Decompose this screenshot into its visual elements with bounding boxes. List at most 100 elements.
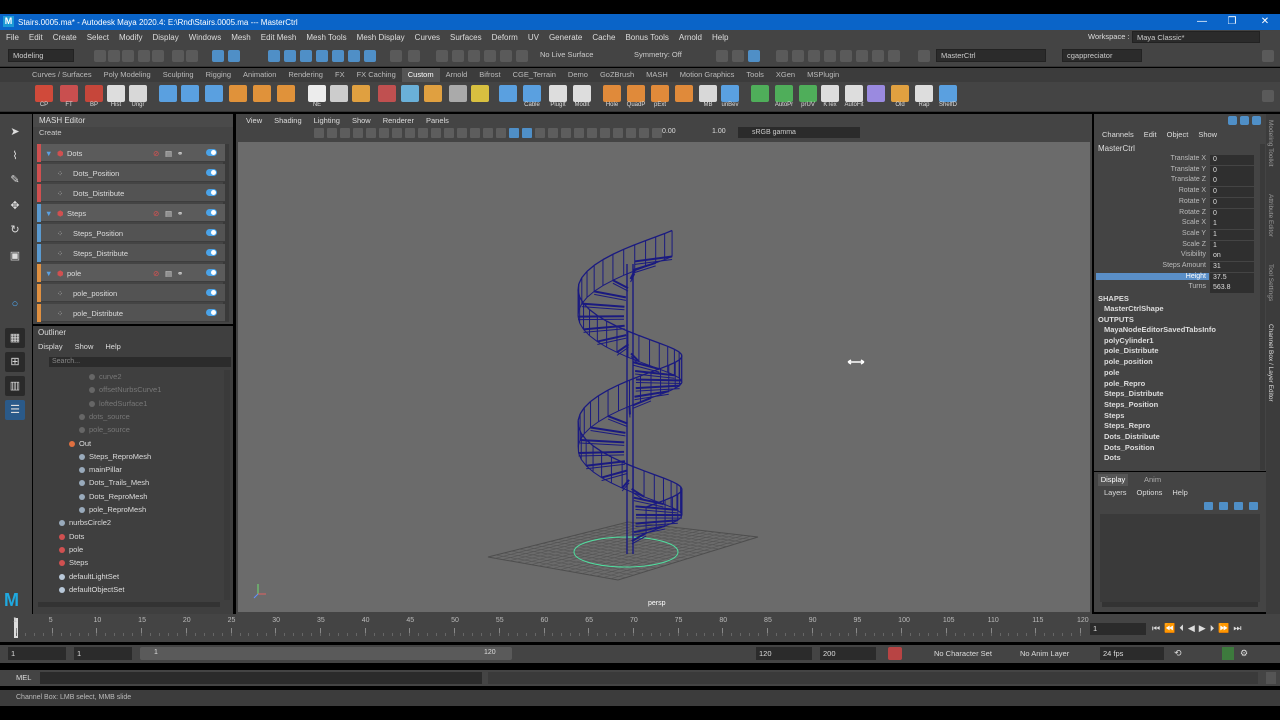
menu-windows[interactable]: Windows	[189, 33, 221, 42]
output-node[interactable]: pole	[1104, 368, 1119, 377]
shelf-button-icon[interactable]	[651, 85, 669, 102]
mash-network-row[interactable]: ▼ ⬢ pole ⊘ ▤ ⚭	[37, 264, 225, 282]
select-tool-icon[interactable]: ➤	[5, 122, 25, 142]
layer-hscrollbar[interactable]	[1102, 602, 1258, 607]
channel-attr-row[interactable]: Translate Z 0	[1094, 176, 1254, 187]
snap-curve-icon[interactable]	[284, 50, 296, 62]
shelf-tab-cge-terrain[interactable]: CGE_Terrain	[507, 68, 562, 82]
shelf-tab-bifrost[interactable]: Bifrost	[473, 68, 506, 82]
viewport-tool-icon[interactable]	[613, 128, 623, 138]
side-tab-attribute-editor[interactable]: Attribute Editor	[1267, 194, 1274, 237]
viewport-tool-icon[interactable]	[366, 128, 376, 138]
mash-network-row[interactable]: ▼ ⬢ Steps ⊘ ▤ ⚭	[37, 204, 225, 222]
shelf-tab-tools[interactable]: Tools	[740, 68, 770, 82]
shelf-button-icon[interactable]	[751, 85, 769, 102]
render-ipr-icon[interactable]	[872, 50, 884, 62]
viewport-tool-icon[interactable]	[405, 128, 415, 138]
channel-attr-row[interactable]: Turns 563.8	[1094, 283, 1254, 294]
shelf-button-icon[interactable]	[330, 85, 348, 102]
mel-input[interactable]	[40, 672, 482, 684]
viewport-tool-icon[interactable]	[574, 128, 584, 138]
mash-delete-icon[interactable]: ⊘	[153, 149, 159, 158]
output-node[interactable]: Steps_Distribute	[1104, 389, 1164, 398]
symmetry-dropdown[interactable]: Symmetry: Off	[630, 49, 696, 62]
channel-attr-value[interactable]: 0	[1210, 187, 1254, 198]
viewport-tool-icon[interactable]	[431, 128, 441, 138]
channel-box-tool-icon[interactable]	[1240, 116, 1249, 125]
pause-icon[interactable]	[888, 50, 900, 62]
snap-point-icon[interactable]	[300, 50, 312, 62]
outliner-item[interactable]: mainPillar	[79, 465, 122, 474]
shelf-button-icon[interactable]	[85, 85, 103, 102]
viewport-menu-view[interactable]: View	[246, 116, 262, 125]
shape-node[interactable]: MasterCtrlShape	[1104, 304, 1164, 313]
viewport-canvas[interactable]: persp	[238, 142, 1090, 612]
shelf-button-icon[interactable]	[352, 85, 370, 102]
minimize-button[interactable]: —	[1187, 14, 1217, 30]
layer-menu-help[interactable]: Help	[1172, 488, 1187, 497]
outliner-item[interactable]: defaultLightSet	[59, 572, 119, 581]
menu-help[interactable]: Help	[712, 33, 728, 42]
outliner-item[interactable]: Dots_Trails_Mesh	[79, 478, 149, 487]
viewport-tool-icon[interactable]	[600, 128, 610, 138]
mash-toggle[interactable]	[206, 189, 217, 196]
viewport-tool-icon[interactable]	[496, 128, 506, 138]
menu-generate[interactable]: Generate	[549, 33, 582, 42]
rotate-tool-icon[interactable]: ↻	[5, 220, 25, 240]
menu-curves[interactable]: Curves	[415, 33, 440, 42]
side-tab-tool-settings[interactable]: Tool Settings	[1267, 264, 1274, 301]
shelf-button-icon[interactable]	[499, 85, 517, 102]
viewport-tool-icon[interactable]	[340, 128, 350, 138]
shelf-tab-animation[interactable]: Animation	[237, 68, 282, 82]
sidebar-toggle-icon[interactable]	[716, 50, 728, 62]
shelf-tab-fx-caching[interactable]: FX Caching	[351, 68, 402, 82]
mash-copy-icon[interactable]: ▤	[165, 269, 172, 278]
channel-scrollbar[interactable]	[1260, 144, 1265, 470]
step-forward-icon[interactable]: ⏵	[1210, 623, 1215, 634]
menu-deform[interactable]: Deform	[492, 33, 518, 42]
mash-link-icon[interactable]: ⚭	[177, 269, 183, 278]
auto-key-icon[interactable]	[888, 647, 902, 660]
range-bar[interactable]: 1 120	[140, 647, 512, 660]
colorspace-dropdown[interactable]: sRGB gamma	[738, 127, 860, 138]
menu-file[interactable]: File	[6, 33, 19, 42]
sound-icon[interactable]	[1222, 647, 1234, 660]
far-clip-value[interactable]: 1.00	[712, 128, 726, 135]
shelf-button-icon[interactable]	[471, 85, 489, 102]
attribute-toggle-icon[interactable]	[748, 50, 760, 62]
shelf-button-icon[interactable]	[845, 85, 863, 102]
channel-attr-row[interactable]: Scale Y 1	[1094, 229, 1254, 240]
output-node[interactable]: Dots	[1104, 453, 1121, 462]
animation-end-field[interactable]: 200	[820, 647, 876, 660]
channel-attr-row[interactable]: Rotate Z 0	[1094, 208, 1254, 219]
shelf-tab-curves-surfaces[interactable]: Curves / Surfaces	[26, 68, 98, 82]
shelf-button-icon[interactable]	[799, 85, 817, 102]
shelf-button-icon[interactable]	[35, 85, 53, 102]
tab-anim[interactable]: Anim	[1144, 474, 1161, 486]
loop-icon[interactable]: ⟲	[1174, 648, 1182, 659]
animation-start-field[interactable]: 1	[8, 647, 66, 660]
mash-toggle[interactable]	[206, 149, 217, 156]
outliner-item[interactable]: Dots	[59, 532, 84, 541]
mash-node-row[interactable]: ⁘ pole_Distribute	[37, 304, 225, 322]
output-node[interactable]: pole_position	[1104, 357, 1153, 366]
viewport-tool-icon[interactable]	[353, 128, 363, 138]
channel-attr-value[interactable]: on	[1210, 251, 1254, 262]
user-account-dropdown[interactable]: cgappreciator	[1062, 49, 1142, 62]
channel-attr-value[interactable]: 31	[1210, 262, 1254, 272]
layer-menu-options[interactable]: Options	[1137, 488, 1163, 497]
save-scene-icon[interactable]	[122, 50, 134, 62]
shelf-button-icon[interactable]	[573, 85, 591, 102]
render-region-icon[interactable]	[808, 50, 820, 62]
select-by-object-type-icon[interactable]	[212, 50, 224, 62]
spiral-stair-mesh[interactable]	[577, 229, 683, 554]
shelf-tab-rigging[interactable]: Rigging	[200, 68, 237, 82]
history-icon[interactable]	[408, 50, 420, 62]
menu-modify[interactable]: Modify	[119, 33, 143, 42]
viewport-tool-icon[interactable]	[327, 128, 337, 138]
shelf-tab-gozbrush[interactable]: GoZBrush	[594, 68, 640, 82]
menu-create[interactable]: Create	[53, 33, 77, 42]
outliner-item[interactable]: defaultObjectSet	[59, 585, 124, 594]
render-play-icon[interactable]	[856, 50, 868, 62]
channel-attr-value[interactable]: 0	[1210, 176, 1254, 187]
